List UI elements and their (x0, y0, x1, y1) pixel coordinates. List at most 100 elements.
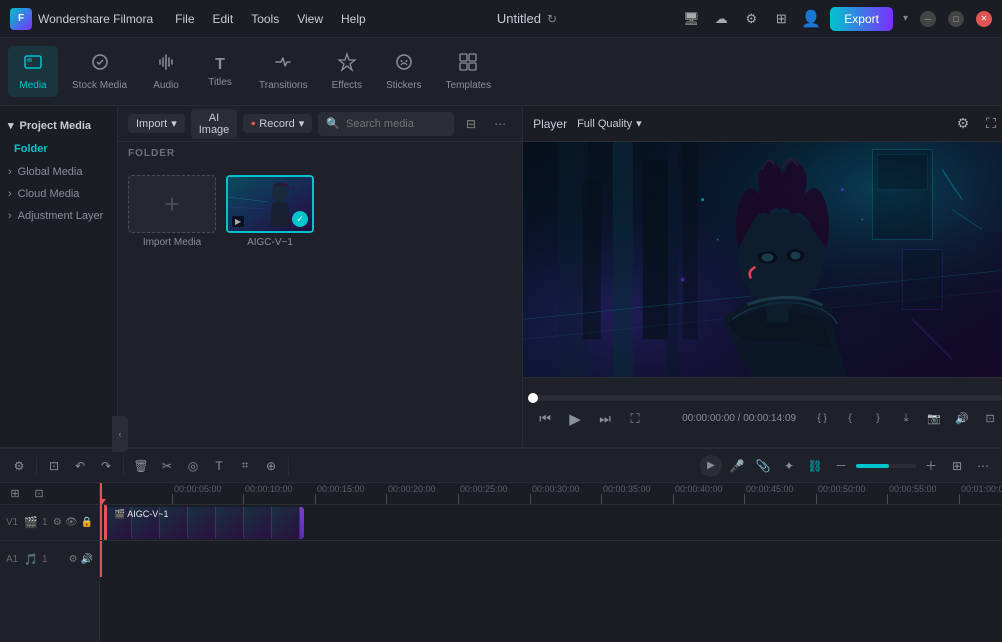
search-icon: 🔍 (326, 117, 340, 130)
tool-stock-media[interactable]: Stock Media (62, 46, 137, 97)
tool-audio[interactable]: Audio (141, 46, 191, 97)
target-button[interactable]: ⊕ (260, 455, 282, 477)
mark-out-button[interactable]: } (866, 407, 890, 431)
avatar[interactable]: 👤 (800, 8, 822, 30)
sidebar-project-media[interactable]: ▾ Project Media (0, 114, 117, 137)
screen-icon[interactable]: 🖥 (680, 8, 702, 30)
clip-icon[interactable]: 📎 (752, 455, 774, 477)
clip-frame-4 (188, 507, 216, 539)
close-button[interactable]: ✕ (976, 11, 992, 27)
playhead-head (100, 499, 106, 506)
quality-chevron: ▾ (636, 117, 642, 130)
import-media-item[interactable]: + Import Media (128, 175, 216, 248)
video-track-settings[interactable]: ⚙ (53, 517, 62, 528)
link-ruler-icon[interactable]: ⊡ (28, 483, 50, 505)
menu-bar: File Edit Tools View Help (167, 9, 374, 29)
title-bar: F Wondershare Filmora File Edit Tools Vi… (0, 0, 1002, 38)
timeline-settings-icon[interactable]: ⚙ (8, 455, 30, 477)
grid-icon[interactable]: ⊞ (770, 8, 792, 30)
play-timeline-button[interactable]: ▶ (700, 455, 722, 477)
tick-label-15s: 00:00:15:00 (317, 484, 365, 494)
step-back-button[interactable]: ⏮ (533, 407, 557, 431)
step-forward-button[interactable]: ⏭ (593, 407, 617, 431)
grid-view-icon[interactable]: ⊞ (946, 455, 968, 477)
audio-icon (156, 52, 176, 77)
import-button[interactable]: Import ▾ (128, 114, 185, 133)
export-chevron[interactable]: ▾ (903, 13, 908, 24)
search-input[interactable] (346, 118, 446, 130)
tool-transitions[interactable]: Transitions (249, 46, 318, 97)
mark-in-button[interactable]: { (838, 407, 862, 431)
player-viewport[interactable] (523, 142, 1002, 377)
sidebar-item-folder[interactable]: Folder (0, 137, 117, 161)
prev-frame-button[interactable]: { } (810, 407, 834, 431)
aigc-v1-item[interactable]: ✓ ▶ AIGC-V~1 (226, 175, 314, 248)
video-clip-aigc[interactable]: 🎬 AIGC-V~1 (104, 507, 304, 539)
crop-button[interactable]: ⌗ (234, 455, 256, 477)
aigc-thumb[interactable]: ✓ ▶ (226, 175, 314, 233)
menu-view[interactable]: View (289, 9, 331, 29)
tl-separator-2 (123, 457, 124, 475)
tool-media[interactable]: Media (8, 46, 58, 97)
tick-line-40s (673, 494, 674, 504)
snap-button[interactable]: ⊡ (43, 455, 65, 477)
audio-track-icon[interactable]: 🎤 (726, 455, 748, 477)
fullscreen-button[interactable]: ⛶ (623, 407, 647, 431)
cloud-save-icon[interactable]: ☁ (710, 8, 732, 30)
minimize-button[interactable]: ─ (920, 11, 936, 27)
redo-button[interactable]: ↷ (95, 455, 117, 477)
more-button[interactable]: ⋯ (488, 114, 512, 134)
audio-track-mute[interactable]: 🔊 (81, 554, 93, 565)
menu-file[interactable]: File (167, 9, 202, 29)
export-button[interactable]: Export (830, 7, 893, 31)
text-button[interactable]: T (208, 455, 230, 477)
undo-button[interactable]: ↶ (69, 455, 91, 477)
progress-bar[interactable] (533, 395, 1002, 401)
export-frame-button[interactable]: ⤓ (894, 407, 918, 431)
play-button[interactable]: ▶ (563, 407, 587, 431)
player-settings-icon[interactable]: ⚙ (952, 113, 974, 135)
tool-titles[interactable]: T Titles (195, 50, 245, 94)
tool-stickers[interactable]: Stickers (376, 46, 432, 97)
ai-image-button[interactable]: AI Image (191, 109, 238, 139)
progress-handle[interactable] (528, 393, 538, 403)
cut-button[interactable]: ✂ (156, 455, 178, 477)
volume-button[interactable]: 🔊 (950, 407, 974, 431)
tool-templates[interactable]: Templates (436, 46, 502, 97)
link-icon[interactable]: ⛓ (804, 455, 826, 477)
more-timeline-icon[interactable]: ⋯ (972, 455, 994, 477)
filter-button[interactable]: ⊟ (460, 114, 482, 134)
audio-track-settings[interactable]: ⚙ (69, 554, 78, 565)
collapse-sidebar-button[interactable]: ‹ (112, 416, 128, 452)
zoom-slider[interactable] (856, 464, 916, 468)
zoom-slider-container[interactable] (856, 464, 916, 468)
video-track-lock[interactable]: 🔒 (81, 517, 93, 528)
tl-separator-3 (288, 457, 289, 475)
app-logo: F Wondershare Filmora (10, 8, 153, 30)
menu-tools[interactable]: Tools (243, 9, 287, 29)
camera-button[interactable]: 📷 (922, 407, 946, 431)
quality-selector[interactable]: Full Quality ▾ (577, 117, 642, 130)
minus-icon[interactable]: － (830, 455, 852, 477)
pip-button[interactable]: ⊡ (978, 407, 1002, 431)
maximize-button[interactable]: □ (948, 11, 964, 27)
magic-icon[interactable]: ✦ (778, 455, 800, 477)
settings-icon[interactable]: ⚙ (740, 8, 762, 30)
menu-help[interactable]: Help (333, 9, 374, 29)
import-thumb[interactable]: + (128, 175, 216, 233)
video-track-eye[interactable]: 👁 (65, 517, 78, 528)
menu-edit[interactable]: Edit (205, 9, 242, 29)
delete-button[interactable]: 🗑 (130, 455, 152, 477)
doc-title: Untitled (497, 11, 541, 26)
sidebar-cloud-media[interactable]: › Cloud Media (0, 183, 117, 205)
plus-zoom-icon[interactable]: ＋ (920, 455, 942, 477)
tool-effects[interactable]: Effects (322, 46, 372, 97)
tick-label-40s: 00:00:40:00 (675, 484, 723, 494)
record-button[interactable]: ⏺ Record ▾ (243, 114, 312, 133)
sidebar-adjustment-layer[interactable]: › Adjustment Layer (0, 205, 117, 227)
sidebar-global-media[interactable]: › Global Media (0, 161, 117, 183)
magnet-icon[interactable]: ⊞ (4, 483, 26, 505)
player-expand-icon[interactable]: ⛶ (980, 113, 1002, 135)
tick-label-50s: 00:00:50:00 (818, 484, 866, 494)
freeze-button[interactable]: ◎ (182, 455, 204, 477)
